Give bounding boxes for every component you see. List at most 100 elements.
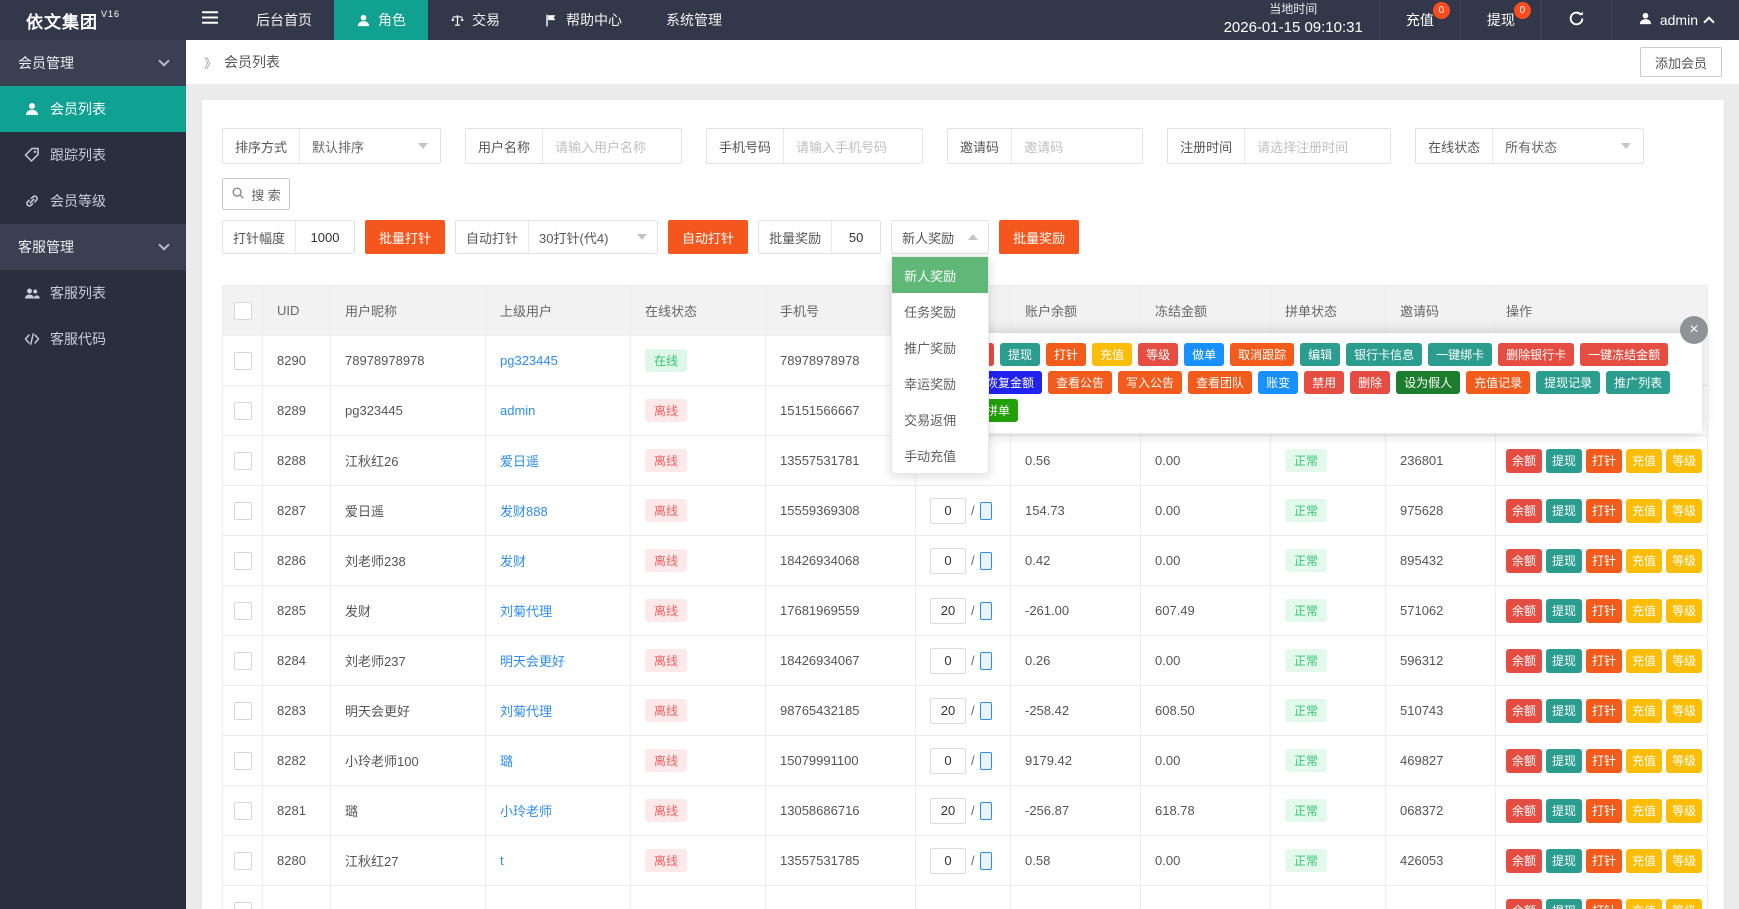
row-checkbox[interactable] — [234, 602, 252, 620]
panel-action-button[interactable]: 账变 — [1258, 371, 1298, 394]
sidebar-item[interactable]: 会员等级 — [0, 178, 186, 224]
top-menu-item[interactable]: 角色 — [334, 0, 428, 40]
row-action-button[interactable]: 余额 — [1506, 699, 1542, 723]
inject-plan-input[interactable] — [930, 548, 966, 574]
row-action-button[interactable]: 打针 — [1586, 499, 1622, 523]
row-action-button[interactable]: 余额 — [1506, 899, 1542, 909]
row-action-button[interactable]: 提现 — [1546, 449, 1582, 473]
row-action-button[interactable]: 余额 — [1506, 549, 1542, 573]
panel-action-button[interactable]: 编辑 — [1300, 343, 1340, 366]
row-action-button[interactable]: 提现 — [1546, 549, 1582, 573]
reward-option[interactable]: 幸运奖励 — [892, 365, 988, 401]
reward-option[interactable]: 任务奖励 — [892, 293, 988, 329]
panel-action-button[interactable]: 提现记录 — [1536, 371, 1600, 394]
row-action-button[interactable]: 等级 — [1666, 599, 1702, 623]
top-menu-item[interactable]: 后台首页 — [234, 0, 334, 40]
panel-action-button[interactable]: 银行卡信息 — [1346, 343, 1422, 366]
panel-action-button[interactable]: 写入公告 — [1118, 371, 1182, 394]
batch-reward-button[interactable]: 批量奖励 — [999, 220, 1079, 254]
row-checkbox[interactable] — [234, 552, 252, 570]
recharge-menu-item[interactable]: 充值 0 — [1379, 0, 1460, 40]
row-action-button[interactable]: 等级 — [1666, 449, 1702, 473]
row-action-button[interactable]: 充值 — [1626, 449, 1662, 473]
reward-option[interactable]: 交易返佣 — [892, 401, 988, 437]
row-action-button[interactable]: 余额 — [1506, 599, 1542, 623]
parent-user-link[interactable]: 明天会更好 — [500, 651, 565, 670]
row-action-button[interactable]: 提现 — [1546, 749, 1582, 773]
top-menu-item[interactable]: 帮助中心 — [522, 0, 644, 40]
inject-range-input[interactable] — [296, 221, 354, 253]
panel-action-button[interactable]: 打针 — [1046, 343, 1086, 366]
row-action-button[interactable]: 充值 — [1626, 799, 1662, 823]
row-action-button[interactable]: 充值 — [1626, 749, 1662, 773]
invite-filter-input[interactable]: 邀请码 — [1012, 129, 1142, 163]
plan-total-box[interactable] — [980, 652, 992, 670]
row-action-button[interactable]: 充值 — [1626, 899, 1662, 909]
row-action-button[interactable]: 充值 — [1626, 499, 1662, 523]
inject-plan-input[interactable] — [930, 648, 966, 674]
row-action-button[interactable]: 打针 — [1586, 749, 1622, 773]
hamburger-menu-button[interactable] — [186, 0, 234, 40]
reward-option[interactable]: 手动充值 — [892, 437, 988, 473]
panel-action-button[interactable]: 等级 — [1138, 343, 1178, 366]
row-checkbox[interactable] — [234, 652, 252, 670]
regtime-filter-input[interactable]: 请选择注册时间 — [1245, 129, 1390, 163]
panel-action-button[interactable]: 充值记录 — [1466, 371, 1530, 394]
batch-reward-input[interactable] — [832, 221, 880, 253]
row-action-button[interactable]: 充值 — [1626, 649, 1662, 673]
inject-plan-input[interactable] — [930, 798, 966, 824]
row-checkbox[interactable] — [234, 752, 252, 770]
row-action-button[interactable]: 提现 — [1546, 649, 1582, 673]
panel-action-button[interactable]: 查看公告 — [1048, 371, 1112, 394]
parent-user-link[interactable]: 璐 — [500, 751, 513, 770]
plan-total-box[interactable] — [980, 802, 992, 820]
panel-action-button[interactable]: 删除 — [1350, 371, 1390, 394]
row-action-button[interactable]: 打针 — [1586, 649, 1622, 673]
row-action-button[interactable]: 提现 — [1546, 499, 1582, 523]
refresh-button[interactable] — [1541, 0, 1611, 40]
panel-action-button[interactable]: 充值 — [1092, 343, 1132, 366]
panel-action-button[interactable]: 一键冻结金额 — [1580, 343, 1668, 366]
top-menu-item[interactable]: 交易 — [428, 0, 522, 40]
row-checkbox[interactable] — [234, 702, 252, 720]
row-action-button[interactable]: 充值 — [1626, 599, 1662, 623]
parent-user-link[interactable]: 刘菊代理 — [500, 601, 552, 620]
inject-plan-input[interactable] — [930, 748, 966, 774]
add-member-button[interactable]: 添加会员 — [1640, 47, 1722, 77]
inject-plan-input[interactable] — [930, 498, 966, 524]
sidebar-item[interactable]: 客服代码 — [0, 316, 186, 362]
row-checkbox[interactable] — [234, 902, 252, 909]
reward-option[interactable]: 推广奖励 — [892, 329, 988, 365]
sort-filter-select[interactable]: 默认排序 — [300, 129, 440, 163]
row-action-button[interactable]: 余额 — [1506, 749, 1542, 773]
row-action-button[interactable]: 余额 — [1506, 799, 1542, 823]
row-action-button[interactable]: 余额 — [1506, 499, 1542, 523]
sidebar-group-header[interactable]: 会员管理 — [0, 40, 186, 86]
row-checkbox[interactable] — [234, 352, 252, 370]
inject-plan-input[interactable] — [930, 698, 966, 724]
panel-action-button[interactable]: 一键绑卡 — [1428, 343, 1492, 366]
row-action-button[interactable]: 充值 — [1626, 549, 1662, 573]
row-action-button[interactable]: 等级 — [1666, 749, 1702, 773]
batch-inject-button[interactable]: 批量打针 — [365, 220, 445, 254]
panel-action-button[interactable]: 查看团队 — [1188, 371, 1252, 394]
row-checkbox[interactable] — [234, 502, 252, 520]
panel-action-button[interactable]: 取消跟踪 — [1230, 343, 1294, 366]
withdraw-menu-item[interactable]: 提现 0 — [1460, 0, 1541, 40]
row-action-button[interactable]: 等级 — [1666, 499, 1702, 523]
panel-action-button[interactable]: 推广列表 — [1606, 371, 1670, 394]
select-all-checkbox[interactable] — [234, 302, 252, 320]
row-action-button[interactable]: 充值 — [1626, 699, 1662, 723]
plan-total-box[interactable] — [980, 602, 992, 620]
parent-user-link[interactable]: 爱日遥 — [500, 451, 539, 470]
row-action-button[interactable]: 充值 — [1626, 849, 1662, 873]
row-action-button[interactable]: 等级 — [1666, 699, 1702, 723]
row-action-button[interactable]: 提现 — [1546, 899, 1582, 909]
parent-user-link[interactable]: 刘菊代理 — [500, 701, 552, 720]
row-action-button[interactable]: 打针 — [1586, 849, 1622, 873]
row-checkbox[interactable] — [234, 802, 252, 820]
row-checkbox[interactable] — [234, 852, 252, 870]
panel-action-button[interactable]: 做单 — [1184, 343, 1224, 366]
sidebar-item[interactable]: 跟踪列表 — [0, 132, 186, 178]
row-action-button[interactable]: 等级 — [1666, 899, 1702, 909]
